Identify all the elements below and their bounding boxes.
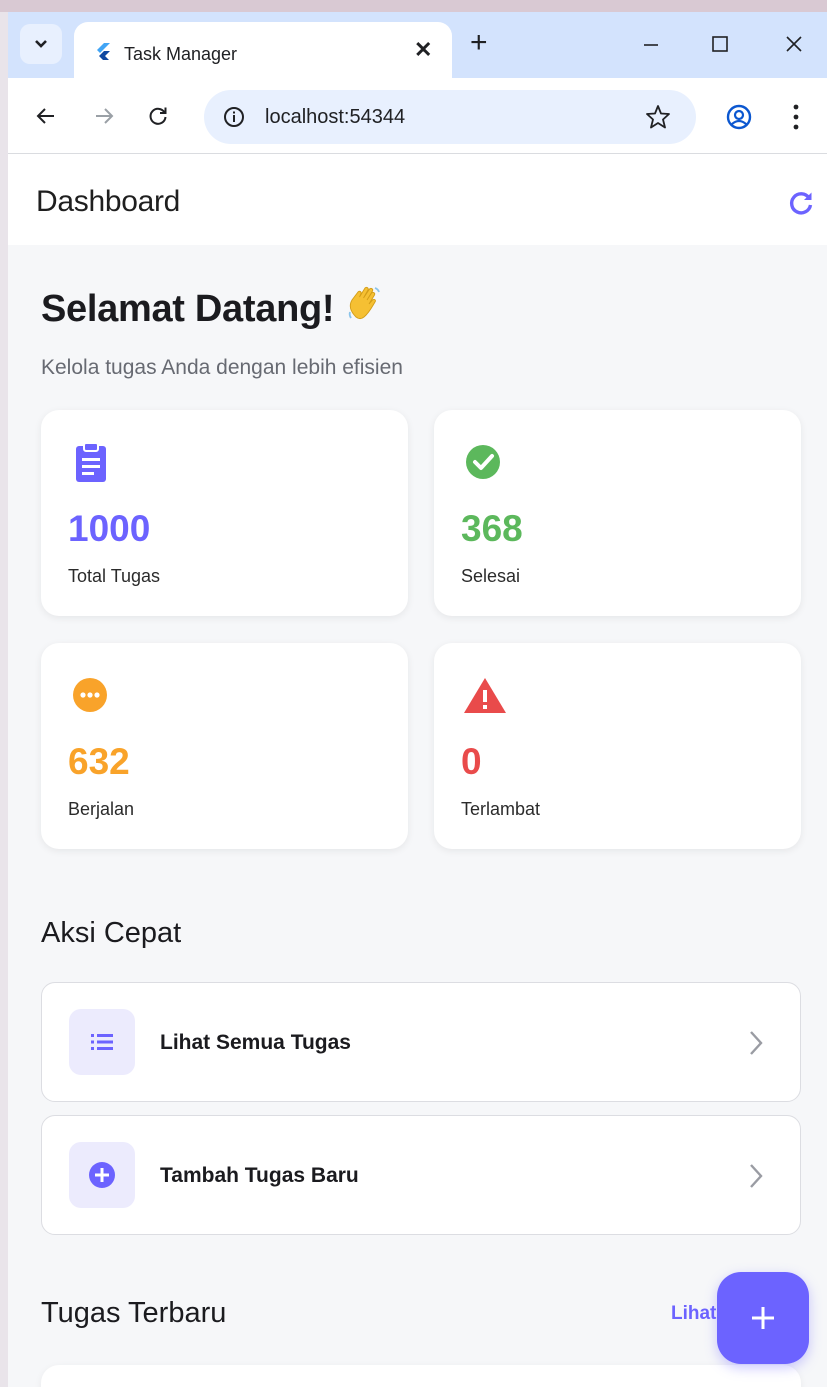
browser-window: Task Manager ✕ + localhost:54344 Dashboa… xyxy=(8,12,827,1387)
stat-value-total: 1000 xyxy=(68,508,151,549)
stat-card-done: 368 Selesai xyxy=(434,410,801,616)
stat-label-done: Selesai xyxy=(461,566,521,586)
tab-search-button[interactable] xyxy=(20,24,62,64)
welcome-subtitle: Kelola tugas Anda dengan lebih efisien xyxy=(41,356,403,379)
recent-task-card[interactable] xyxy=(41,1365,801,1387)
stat-value-overdue: 0 xyxy=(461,741,482,782)
add-circle-icon xyxy=(89,1162,115,1188)
stat-label-in-progress: Berjalan xyxy=(68,799,135,819)
url-text[interactable]: localhost:54344 xyxy=(265,106,405,129)
tab-title: Task Manager xyxy=(124,44,238,64)
add-new-task-button[interactable]: Tambah Tugas Baru xyxy=(41,1115,801,1235)
waving-hand-icon xyxy=(349,286,381,320)
stat-card-total: 1000 Total Tugas xyxy=(41,410,408,616)
clipboard-icon xyxy=(76,442,106,482)
site-info-icon[interactable] xyxy=(222,105,246,129)
more-horiz-circle-icon xyxy=(73,678,107,712)
refresh-icon[interactable] xyxy=(786,188,816,218)
minimize-icon[interactable] xyxy=(639,32,663,56)
frame-top-edge xyxy=(0,0,827,12)
address-bar[interactable]: localhost:54344 xyxy=(204,90,696,144)
tab-close-icon[interactable]: ✕ xyxy=(414,39,432,61)
chevron-down-icon xyxy=(35,40,47,48)
chevron-right-icon xyxy=(750,1031,763,1055)
reload-icon[interactable] xyxy=(146,104,170,128)
quick-actions-title: Aksi Cepat xyxy=(41,917,182,949)
window-close-icon[interactable] xyxy=(782,32,806,56)
page-title: Dashboard xyxy=(36,185,181,218)
action-icon-box xyxy=(69,1142,135,1208)
check-circle-icon xyxy=(466,445,500,479)
tab-task-manager[interactable]: Task Manager ✕ xyxy=(74,22,452,78)
action-label-view-all: Lihat Semua Tugas xyxy=(160,1031,351,1054)
stat-value-done: 368 xyxy=(461,508,523,549)
tab-strip: Task Manager ✕ + xyxy=(8,12,827,78)
back-arrow-icon[interactable] xyxy=(34,104,58,128)
plus-icon xyxy=(752,1307,774,1329)
app-bar: Dashboard xyxy=(8,155,827,245)
action-label-add-new: Tambah Tugas Baru xyxy=(160,1164,359,1187)
bookmark-star-icon[interactable] xyxy=(644,103,672,131)
dashboard-content: Selamat Datang! Kelola tugas Anda dengan… xyxy=(8,245,827,1387)
more-vert-icon[interactable] xyxy=(790,102,802,132)
profile-icon[interactable] xyxy=(726,104,752,130)
stat-label-total: Total Tugas xyxy=(68,566,161,586)
stat-label-overdue: Terlambat xyxy=(461,799,541,819)
flutter-icon xyxy=(97,43,110,60)
action-icon-box xyxy=(69,1009,135,1075)
see-all-link[interactable]: Lihat xyxy=(671,1303,716,1325)
stat-card-overdue: 0 Terlambat xyxy=(434,643,801,849)
view-all-tasks-button[interactable]: Lihat Semua Tugas xyxy=(41,982,801,1102)
chevron-right-icon xyxy=(750,1164,763,1188)
add-task-fab[interactable] xyxy=(717,1272,809,1364)
browser-toolbar: localhost:54344 xyxy=(8,78,827,154)
maximize-icon[interactable] xyxy=(708,32,732,56)
stat-card-in-progress: 632 Berjalan xyxy=(41,643,408,849)
list-icon xyxy=(91,1034,113,1050)
new-tab-button[interactable]: + xyxy=(470,28,488,58)
forward-arrow-icon[interactable] xyxy=(92,104,116,128)
warning-icon xyxy=(464,678,506,713)
desktop-frame: Task Manager ✕ + localhost:54344 Dashboa… xyxy=(0,0,827,1387)
welcome-heading: Selamat Datang! xyxy=(41,283,386,331)
recent-tasks-title: Tugas Terbaru xyxy=(41,1297,227,1329)
stat-value-in-progress: 632 xyxy=(68,741,130,782)
welcome-text: Selamat Datang! xyxy=(41,288,335,330)
